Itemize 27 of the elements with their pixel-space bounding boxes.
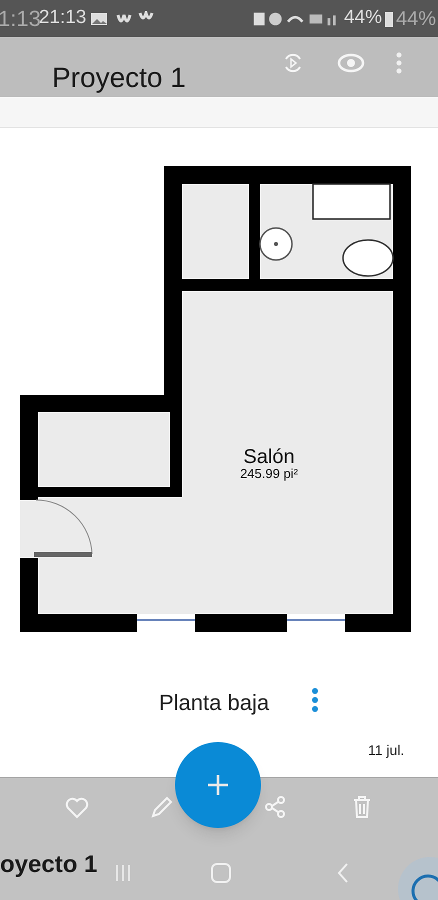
- edit-button[interactable]: [149, 794, 175, 820]
- room-name: Salón: [243, 446, 295, 468]
- heart-icon: [65, 797, 89, 819]
- more-icon: [312, 688, 318, 712]
- battery-icon: [384, 10, 394, 28]
- more-icon: [396, 52, 402, 74]
- back-icon: [337, 862, 349, 884]
- image-icon: [90, 12, 108, 26]
- pencil-icon: [150, 795, 174, 819]
- share-button[interactable]: [263, 794, 287, 820]
- home-icon: [210, 862, 232, 884]
- floor-date: 11 jul.: [368, 741, 404, 760]
- home-button[interactable]: [208, 860, 234, 886]
- favorite-button[interactable]: [64, 796, 90, 820]
- trash-icon: [352, 795, 372, 819]
- ghost-clock: 1:13: [0, 5, 41, 33]
- plus-icon: [206, 773, 230, 797]
- floor-name: Planta baja: [159, 689, 270, 717]
- room-area: 245.99 pi²: [240, 466, 298, 481]
- recents-icon: [114, 863, 132, 883]
- ghost-battery-percent: 44%: [396, 6, 437, 32]
- clock: 21:13: [38, 6, 86, 30]
- project-title: Proyecto 1: [52, 64, 186, 92]
- eye-icon: [337, 53, 365, 73]
- ghost-project-title: oyecto 1: [0, 850, 98, 880]
- share-icon: [264, 795, 286, 819]
- battery-percent: 44%: [344, 6, 382, 30]
